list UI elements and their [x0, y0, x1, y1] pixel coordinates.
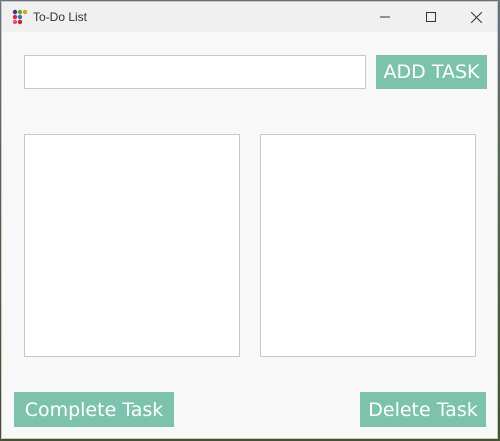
window-title: To-Do List [33, 10, 88, 24]
title-bar[interactable]: To-Do List [2, 2, 497, 32]
app-window: To-Do List ADD TASK Complete Task Delete… [1, 1, 498, 439]
delete-task-button[interactable]: Delete Task [360, 392, 486, 427]
completed-tasks-list[interactable] [260, 134, 476, 357]
task-input[interactable] [24, 55, 366, 89]
pending-tasks-list[interactable] [24, 134, 240, 357]
minimize-icon [380, 12, 390, 22]
close-button[interactable] [453, 2, 499, 32]
minimize-button[interactable] [362, 2, 408, 32]
add-task-button[interactable]: ADD TASK [376, 55, 487, 89]
close-icon [470, 11, 482, 23]
maximize-button[interactable] [408, 2, 454, 32]
app-icon [12, 9, 28, 25]
complete-task-button[interactable]: Complete Task [14, 392, 174, 427]
maximize-icon [426, 12, 436, 22]
